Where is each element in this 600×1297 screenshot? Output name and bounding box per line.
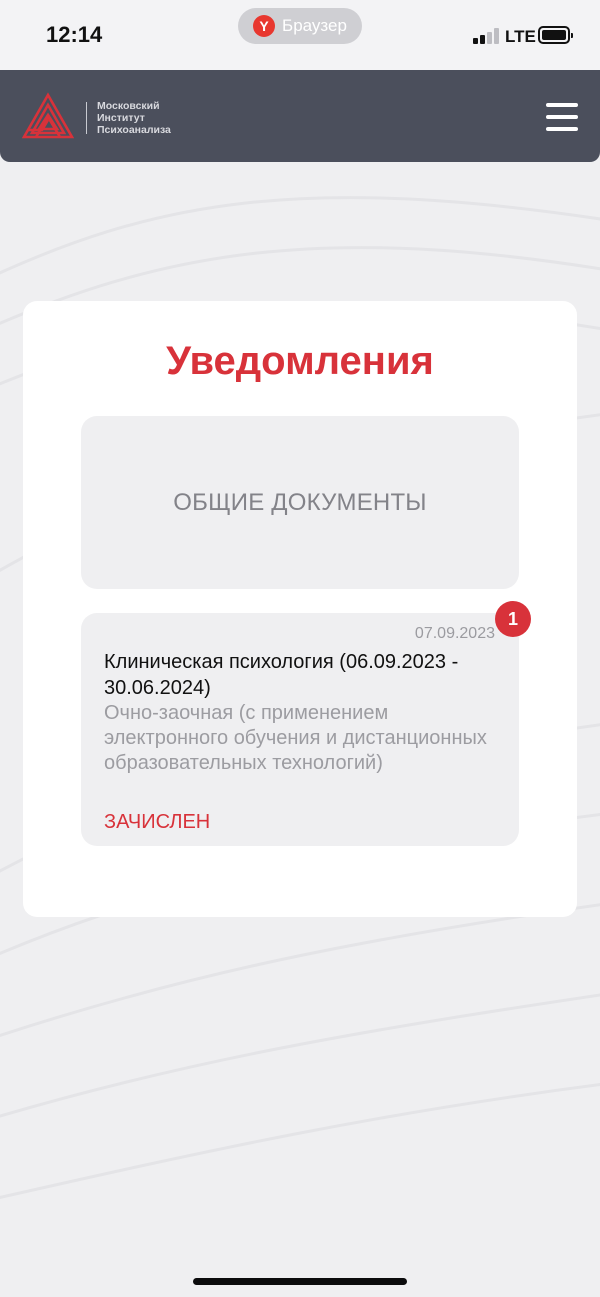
battery-full-icon — [538, 26, 573, 44]
browser-label: Браузер — [282, 16, 347, 35]
general-documents-button[interactable]: ОБЩИЕ ДОКУМЕНТЫ — [81, 416, 519, 589]
hamburger-menu-icon[interactable] — [546, 103, 578, 131]
notification-item[interactable]: 07.09.2023 1 Клиническая психология (06.… — [81, 601, 531, 846]
site-header: Московский Институт Психоанализа — [0, 70, 600, 162]
unread-count-badge: 1 — [495, 601, 531, 637]
yandex-icon: Y — [253, 15, 276, 37]
notification-status: ЗАЧИСЛЕН — [104, 811, 211, 833]
browser-return-pill[interactable]: Y Браузер — [238, 8, 362, 44]
notification-program: Клиническая психология (06.09.2023 - 30.… — [104, 651, 459, 699]
logo-divider — [86, 102, 87, 134]
logo-line-1: Московский — [97, 100, 160, 112]
logo-line-2: Институт — [97, 112, 145, 124]
page-title: Уведомления — [166, 339, 434, 383]
notification-date: 07.09.2023 — [414, 625, 495, 642]
notifications-card: Уведомления ОБЩИЕ ДОКУМЕНТЫ 07.09.2023 1… — [23, 301, 577, 917]
signal-icon — [473, 28, 499, 44]
home-indicator[interactable] — [193, 1278, 407, 1285]
triangle-maze-logo-icon[interactable] — [22, 92, 74, 140]
notification-study-format: Очно-заочная (с применением электронного… — [104, 702, 487, 774]
logo-line-3: Психоанализа — [97, 124, 171, 136]
status-time: 12:14 — [46, 22, 103, 47]
institute-name[interactable]: Московский Институт Психоанализа — [97, 100, 171, 136]
status-bar: 12:14 Y Браузер LTE — [0, 0, 600, 70]
network-type: LTE — [505, 27, 536, 46]
